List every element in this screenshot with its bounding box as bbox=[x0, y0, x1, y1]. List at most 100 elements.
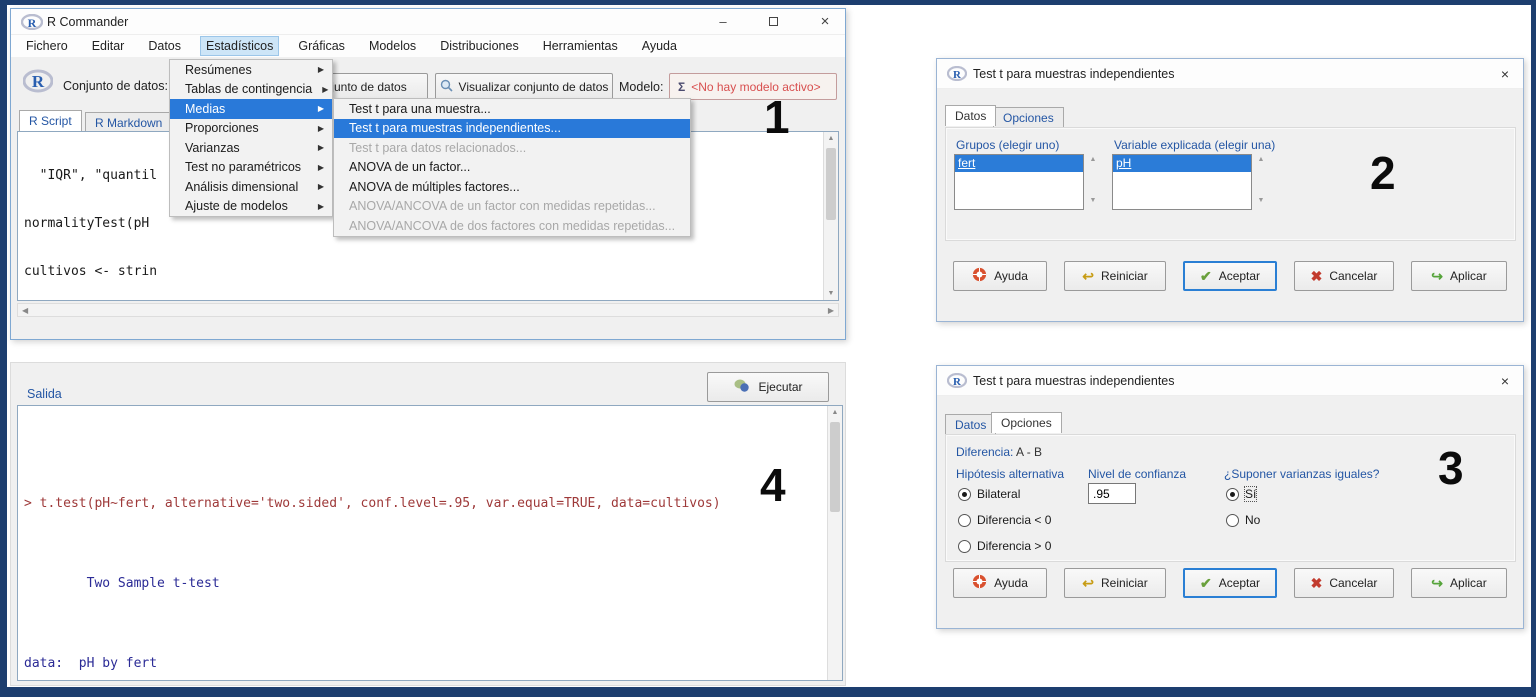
menu-herramientas[interactable]: Herramientas bbox=[538, 37, 623, 55]
list-item-fert[interactable]: fert bbox=[955, 155, 1083, 172]
submenu-arrow-icon: ▶ bbox=[318, 202, 324, 211]
scroll-down-icon[interactable]: ▼ bbox=[824, 290, 838, 297]
submenu-arrow-icon: ▶ bbox=[318, 182, 324, 191]
aplicar-button[interactable]: ↪ Aplicar bbox=[1411, 261, 1507, 291]
menu-distribuciones[interactable]: Distribuciones bbox=[435, 37, 524, 55]
grupos-scroll-arrows[interactable]: ▲ ▼ bbox=[1087, 156, 1099, 208]
scroll-left-icon[interactable]: ◀ bbox=[22, 306, 28, 315]
menu-item-tablas-contingencia[interactable]: Tablas de contingencia▶ bbox=[170, 80, 332, 100]
confidence-input[interactable] bbox=[1088, 483, 1136, 504]
diferencia-label: Diferencia: A - B bbox=[956, 445, 1042, 459]
menu-ayuda[interactable]: Ayuda bbox=[637, 37, 682, 55]
grupos-listbox[interactable]: fert bbox=[954, 154, 1084, 210]
variable-scroll-arrows[interactable]: ▲ ▼ bbox=[1255, 156, 1267, 208]
scroll-thumb[interactable] bbox=[830, 422, 840, 512]
menu-item-analisis-dimensional[interactable]: Análisis dimensional▶ bbox=[170, 177, 332, 197]
ttest-dialog-datos: R Test t para muestras independientes × … bbox=[936, 58, 1524, 322]
radio-no[interactable]: No bbox=[1226, 513, 1260, 527]
aceptar-button[interactable]: ✔ Aceptar bbox=[1183, 568, 1277, 598]
rcommander-titlebar: R R Commander – × bbox=[11, 9, 845, 35]
scroll-down-icon[interactable]: ▼ bbox=[1087, 197, 1099, 204]
menu-item-resumenes[interactable]: Resúmenes▶ bbox=[170, 60, 332, 80]
ejecutar-icon bbox=[733, 378, 751, 396]
view-dataset-button[interactable]: Visualizar conjunto de datos bbox=[435, 73, 613, 101]
cancel-icon: ✖ bbox=[1311, 575, 1323, 592]
variable-label: Variable explicada (elegir una) bbox=[1114, 138, 1275, 152]
tab-rscript[interactable]: R Script bbox=[19, 110, 82, 131]
menu-item-varianzas[interactable]: Varianzas▶ bbox=[170, 138, 332, 158]
submenu-item-anova-multiples-factores[interactable]: ANOVA de múltiples factores... bbox=[334, 177, 690, 197]
tab-opciones[interactable]: Opciones bbox=[991, 412, 1062, 433]
dialog-title: Test t para muestras independientes bbox=[973, 67, 1175, 81]
grupos-label: Grupos (elegir uno) bbox=[956, 138, 1059, 152]
menu-item-test-no-parametricos[interactable]: Test no paramétricos▶ bbox=[170, 158, 332, 178]
submenu-item-test-t-una-muestra[interactable]: Test t para una muestra... bbox=[334, 99, 690, 119]
output-vertical-scrollbar[interactable]: ▲ bbox=[827, 406, 842, 680]
tab-rmarkdown[interactable]: R Markdown bbox=[85, 112, 172, 133]
script-vertical-scrollbar[interactable]: ▲ ▼ bbox=[823, 132, 838, 300]
submenu-arrow-icon: ▶ bbox=[318, 124, 324, 133]
ejecutar-button[interactable]: Ejecutar bbox=[707, 372, 829, 402]
reiniciar-button[interactable]: ↩ Reiniciar bbox=[1064, 568, 1166, 598]
menu-modelos[interactable]: Modelos bbox=[364, 37, 421, 55]
undo-icon: ↩ bbox=[1082, 268, 1094, 285]
tab-datos[interactable]: Datos bbox=[945, 414, 996, 435]
ttest-dialog-opciones: R Test t para muestras independientes × … bbox=[936, 365, 1524, 629]
radio-si[interactable]: Sí bbox=[1226, 487, 1256, 501]
scroll-down-icon[interactable]: ▼ bbox=[1255, 197, 1267, 204]
scroll-thumb[interactable] bbox=[826, 148, 836, 220]
output-line: data: pH by fert bbox=[24, 656, 842, 672]
radio-icon bbox=[958, 514, 971, 527]
model-value: <No hay modelo activo> bbox=[691, 80, 820, 94]
datos-groupbox: Grupos (elegir uno) fert ▲ ▼ Variable ex… bbox=[945, 127, 1516, 241]
scroll-up-icon[interactable]: ▲ bbox=[1087, 156, 1099, 163]
menu-editar[interactable]: Editar bbox=[87, 37, 130, 55]
menu-item-ajuste-modelos[interactable]: Ajuste de modelos▶ bbox=[170, 197, 332, 217]
submenu-item-anova-un-factor[interactable]: ANOVA de un factor... bbox=[334, 158, 690, 178]
aceptar-button[interactable]: ✔ Aceptar bbox=[1183, 261, 1277, 291]
model-button[interactable]: Σ <No hay modelo activo> bbox=[669, 73, 837, 100]
radio-diferencia-menor[interactable]: Diferencia < 0 bbox=[958, 513, 1051, 527]
submenu-arrow-icon: ▶ bbox=[322, 85, 328, 94]
tab-datos[interactable]: Datos bbox=[945, 105, 996, 126]
svg-text:R: R bbox=[28, 16, 37, 30]
submenu-arrow-icon: ▶ bbox=[318, 104, 324, 113]
cancelar-button[interactable]: ✖ Cancelar bbox=[1294, 261, 1394, 291]
scroll-up-icon[interactable]: ▲ bbox=[1255, 156, 1267, 163]
ayuda-button[interactable]: Ayuda bbox=[953, 568, 1047, 598]
reiniciar-button[interactable]: ↩ Reiniciar bbox=[1064, 261, 1166, 291]
aplicar-button[interactable]: ↪ Aplicar bbox=[1411, 568, 1507, 598]
tab-opciones[interactable]: Opciones bbox=[993, 107, 1064, 128]
script-horizontal-scrollbar[interactable]: ◀ ▶ bbox=[17, 303, 839, 317]
close-icon[interactable]: × bbox=[811, 12, 839, 32]
radio-icon bbox=[958, 540, 971, 553]
menu-graficas[interactable]: Gráficas bbox=[293, 37, 350, 55]
close-icon[interactable]: × bbox=[1495, 373, 1515, 391]
radio-icon bbox=[1226, 488, 1239, 501]
r-logo-icon: R bbox=[947, 373, 967, 393]
list-item-ph[interactable]: pH bbox=[1113, 155, 1251, 172]
maximize-icon[interactable] bbox=[769, 17, 778, 26]
radio-bilateral[interactable]: Bilateral bbox=[958, 487, 1020, 501]
cancelar-button[interactable]: ✖ Cancelar bbox=[1294, 568, 1394, 598]
menu-estadisticos[interactable]: Estadísticos bbox=[200, 36, 279, 56]
variable-listbox[interactable]: pH bbox=[1112, 154, 1252, 210]
scroll-up-icon[interactable]: ▲ bbox=[824, 135, 838, 142]
output-box[interactable]: > t.test(pH~fert, alternative='two.sided… bbox=[17, 405, 843, 681]
menu-item-medias[interactable]: Medias▶ bbox=[170, 99, 332, 119]
submenu-item-ancova-un-factor: ANOVA/ANCOVA de un factor con medidas re… bbox=[334, 197, 690, 217]
menu-datos[interactable]: Datos bbox=[143, 37, 186, 55]
scroll-right-icon[interactable]: ▶ bbox=[828, 306, 834, 315]
ayuda-button[interactable]: Ayuda bbox=[953, 261, 1047, 291]
menu-item-proporciones[interactable]: Proporciones▶ bbox=[170, 119, 332, 139]
svg-text:R: R bbox=[953, 376, 962, 388]
scroll-up-icon[interactable]: ▲ bbox=[828, 409, 842, 416]
minimize-icon[interactable]: – bbox=[709, 12, 737, 32]
close-icon[interactable]: × bbox=[1495, 66, 1515, 84]
nivel-confianza-label: Nivel de confianza bbox=[1088, 467, 1186, 481]
menu-fichero[interactable]: Fichero bbox=[21, 37, 73, 55]
output-command: > t.test(pH~fert, alternative='two.sided… bbox=[24, 496, 842, 512]
submenu-item-test-t-independientes[interactable]: Test t para muestras independientes... bbox=[334, 119, 690, 139]
lifebuoy-icon bbox=[972, 574, 987, 592]
radio-diferencia-mayor[interactable]: Diferencia > 0 bbox=[958, 539, 1051, 553]
